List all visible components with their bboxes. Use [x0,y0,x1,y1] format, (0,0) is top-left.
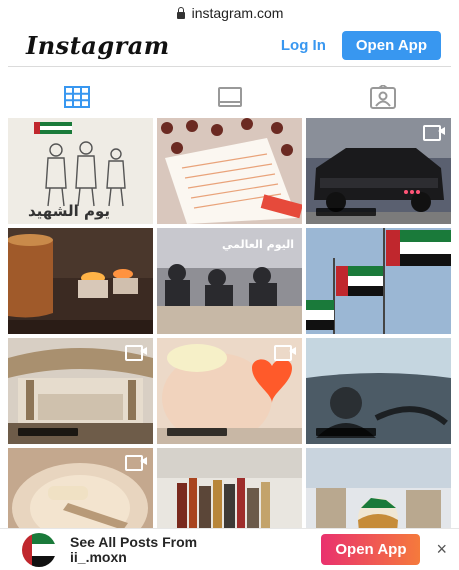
post-thumbnail[interactable] [8,448,153,538]
post-thumbnail[interactable] [157,448,302,538]
profile-tabs [0,80,459,114]
open-app-button[interactable]: Open App [341,30,441,60]
banner-username: ii_.moxn [70,548,127,565]
igtv-icon [217,87,242,107]
post-thumbnail[interactable]: يوم الشهيد [8,118,153,224]
post-thumbnail[interactable] [8,228,153,334]
caption-strip [167,428,227,436]
lock-icon [176,7,186,19]
close-icon[interactable]: × [436,539,447,560]
banner-text: See All Posts From ii_.moxn [70,533,198,565]
caption-strip [316,208,376,216]
app-promo-banner: See All Posts From ii_.moxn Open App × [0,528,459,570]
post-thumbnail[interactable] [306,338,451,444]
post-image [157,448,302,538]
post-thumbnail[interactable] [306,228,451,334]
tab-tagged[interactable] [306,80,459,114]
reel-icon [423,124,445,141]
avatar[interactable] [22,532,56,567]
post-image [8,228,153,334]
caption-strip [18,428,78,436]
post-image [157,118,302,224]
login-link[interactable]: Log In [281,37,326,54]
posts-grid: يوم الشهيد اليوم العالمي [8,118,451,538]
reel-icon [274,344,296,361]
instagram-logo[interactable]: Instagram [26,31,170,60]
top-header: Instagram Log In Open App [0,26,459,64]
reel-icon [125,454,147,471]
post-thumbnail[interactable] [157,118,302,224]
browser-url-bar[interactable]: instagram.com [0,0,459,26]
url-text: instagram.com [191,5,284,21]
post-image [306,228,451,334]
caption-strip [316,428,376,436]
grid-icon [63,86,90,108]
post-image [306,448,451,538]
post-thumbnail[interactable]: اليوم العالمي [157,228,302,334]
post-overlay-text: اليوم العالمي [221,238,294,251]
reel-icon [125,344,147,361]
post-thumbnail[interactable] [306,448,451,538]
post-thumbnail[interactable] [306,118,451,224]
tagged-icon [369,85,396,109]
post-thumbnail[interactable] [157,338,302,444]
tab-grid[interactable] [0,80,153,114]
tab-igtv[interactable] [153,80,306,114]
header-divider [8,66,451,67]
post-thumbnail[interactable] [8,338,153,444]
banner-line1: See All Posts From [70,533,198,550]
post-overlay-text: يوم الشهيد [28,202,110,220]
open-app-banner-button[interactable]: Open App [321,534,421,565]
